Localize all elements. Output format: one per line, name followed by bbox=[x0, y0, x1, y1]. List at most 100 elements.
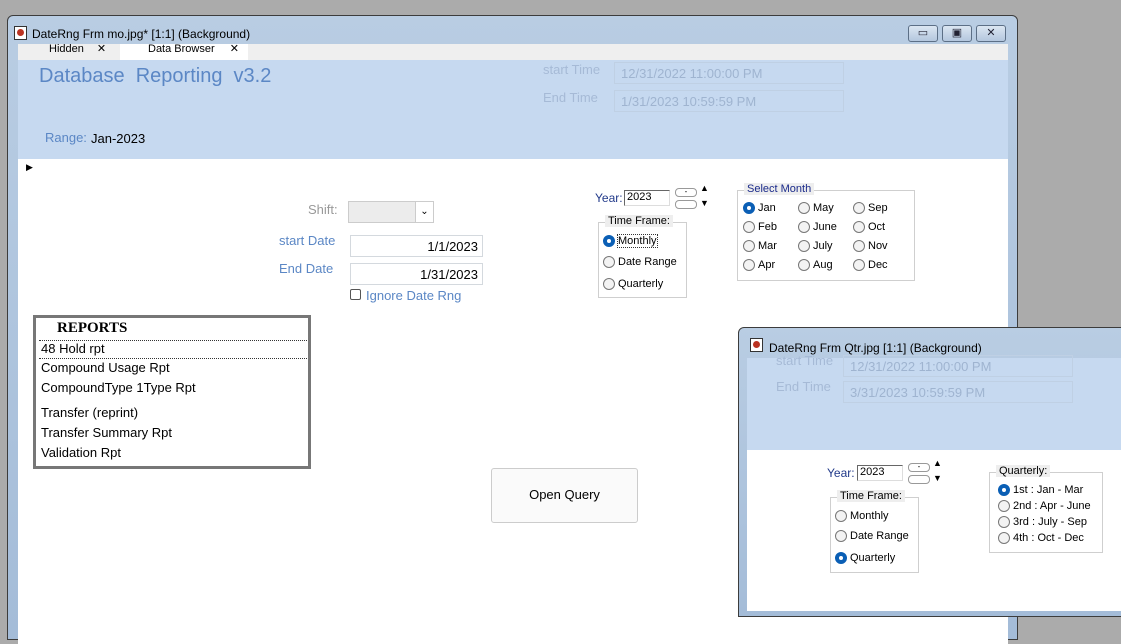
radio-icon bbox=[603, 256, 615, 269]
radio-month-sep[interactable]: Sep bbox=[853, 202, 888, 215]
window-title: DateRng Frm mo.jpg* [1:1] (Background) bbox=[32, 27, 251, 41]
year-spin-up[interactable]: - bbox=[675, 188, 697, 197]
radio-month-apr[interactable]: Apr bbox=[743, 259, 775, 272]
radio-icon bbox=[603, 235, 615, 248]
close-tab-icon[interactable]: ✕ bbox=[230, 44, 239, 55]
radio-icon bbox=[998, 484, 1010, 497]
year-spin-down[interactable] bbox=[908, 475, 930, 484]
start-time-label: start Time bbox=[776, 353, 834, 365]
time-frame-group: Time Frame: Monthly Date Range Quarterly bbox=[830, 490, 919, 573]
time-frame-group: Time Frame: Monthly Date Range Quarterly bbox=[598, 215, 687, 298]
radio-q4[interactable]: 4th : Oct - Dec bbox=[998, 532, 1084, 545]
arrow-up-icon[interactable]: ▲ bbox=[933, 458, 942, 468]
start-time-field[interactable]: 12/31/2022 11:00:00 PM bbox=[614, 62, 844, 84]
minimize-button[interactable]: ▭ bbox=[908, 25, 938, 42]
arrow-down-icon[interactable]: ▼ bbox=[700, 198, 709, 208]
radio-date-range[interactable]: Date Range bbox=[835, 530, 909, 543]
radio-icon bbox=[743, 240, 755, 253]
radio-icon bbox=[998, 500, 1010, 513]
year-input[interactable]: 2023 bbox=[624, 190, 670, 206]
radio-icon bbox=[743, 221, 755, 234]
record-selector-icon[interactable]: ▶ bbox=[26, 162, 33, 173]
radio-icon bbox=[853, 259, 865, 272]
report-list-item[interactable]: 48 Hold rpt bbox=[39, 340, 307, 359]
app-icon bbox=[750, 338, 763, 352]
close-tab-icon[interactable]: ✕ bbox=[97, 44, 106, 55]
reports-header: REPORTS bbox=[57, 320, 128, 336]
year-label: Year: bbox=[595, 191, 623, 205]
end-date-field[interactable]: 1/31/2023 bbox=[350, 263, 483, 285]
shift-dropdown[interactable]: ⌄ bbox=[348, 201, 434, 223]
radio-month-july[interactable]: July bbox=[798, 240, 833, 253]
report-list-item[interactable]: Validation Rpt bbox=[39, 445, 307, 460]
radio-month-oct[interactable]: Oct bbox=[853, 221, 885, 234]
radio-month-dec[interactable]: Dec bbox=[853, 259, 888, 272]
page-title: Database Reporting v3.2 bbox=[39, 65, 272, 87]
radio-quarterly[interactable]: Quarterly bbox=[835, 552, 895, 565]
radio-month-june[interactable]: June bbox=[798, 221, 837, 234]
radio-monthly[interactable]: Monthly bbox=[835, 510, 889, 523]
radio-month-feb[interactable]: Feb bbox=[743, 221, 777, 234]
radio-month-may[interactable]: May bbox=[798, 202, 834, 215]
ignore-date-label: Ignore Date Rng bbox=[366, 288, 462, 303]
shift-label: Shift: bbox=[308, 202, 338, 217]
radio-icon bbox=[798, 259, 810, 272]
report-list-item[interactable]: Transfer (reprint) bbox=[39, 405, 307, 424]
radio-icon bbox=[743, 202, 755, 215]
start-date-label: start Date bbox=[279, 233, 336, 248]
reports-list[interactable]: REPORTS 48 Hold rpt Compound Usage Rpt Com… bbox=[33, 315, 311, 469]
start-time-label: start Time bbox=[543, 62, 601, 77]
tab-hidden[interactable]: Hidden ✕ bbox=[21, 44, 118, 60]
end-date-label: End Date bbox=[279, 261, 334, 276]
end-time-label: End Time bbox=[776, 379, 831, 394]
radio-month-jan[interactable]: Jan bbox=[743, 202, 776, 215]
maximize-button[interactable]: ▣ bbox=[942, 25, 972, 42]
radio-icon bbox=[853, 221, 865, 234]
radio-q1[interactable]: 1st : Jan - Mar bbox=[998, 484, 1083, 497]
radio-icon bbox=[835, 510, 847, 523]
start-time-field[interactable]: 12/31/2022 11:00:00 PM bbox=[843, 355, 1073, 377]
report-list-item[interactable]: CompoundType 1Type Rpt bbox=[39, 380, 307, 399]
qtr-client-area: start Time 12/31/2022 11:00:00 PM End Ti… bbox=[747, 353, 1121, 611]
arrow-down-icon[interactable]: ▼ bbox=[933, 473, 942, 483]
radio-icon bbox=[603, 278, 615, 291]
range-value: Jan-2023 bbox=[91, 131, 146, 146]
radio-icon bbox=[798, 202, 810, 215]
radio-icon bbox=[798, 221, 810, 234]
radio-q2[interactable]: 2nd : Apr - June bbox=[998, 500, 1091, 513]
radio-quarterly[interactable]: Quarterly bbox=[603, 278, 663, 291]
ignore-date-checkbox[interactable] bbox=[350, 289, 361, 300]
open-query-button[interactable]: Open Query bbox=[491, 468, 638, 523]
year-input[interactable]: 2023 bbox=[857, 465, 903, 481]
report-list-item[interactable]: Compound Usage Rpt bbox=[39, 360, 307, 379]
radio-icon bbox=[853, 240, 865, 253]
year-spin-down[interactable] bbox=[675, 200, 697, 209]
end-time-label: End Time bbox=[543, 90, 598, 105]
tab-data-browser[interactable]: Data Browser ✕ bbox=[120, 44, 248, 60]
close-button[interactable]: ✕ bbox=[976, 25, 1006, 42]
end-time-field[interactable]: 3/31/2023 10:59:59 PM bbox=[843, 381, 1073, 403]
radio-icon bbox=[835, 530, 847, 543]
quarterly-group: Quarterly: 1st : Jan - Mar 2nd : Apr - J… bbox=[989, 465, 1103, 553]
radio-month-aug[interactable]: Aug bbox=[798, 259, 833, 272]
radio-icon bbox=[998, 516, 1010, 529]
radio-month-mar[interactable]: Mar bbox=[743, 240, 777, 253]
end-time-field[interactable]: 1/31/2023 10:59:59 PM bbox=[614, 90, 844, 112]
year-label: Year: bbox=[827, 466, 855, 480]
radio-icon bbox=[798, 240, 810, 253]
radio-monthly[interactable]: Monthly bbox=[603, 234, 658, 248]
time-frame-legend: Time Frame: bbox=[837, 490, 905, 502]
start-date-field[interactable]: 1/1/2023 bbox=[350, 235, 483, 257]
app-icon bbox=[14, 26, 27, 40]
select-month-legend: Select Month bbox=[744, 183, 815, 195]
select-month-group: Select Month Jan Feb Mar Apr May June July Aug S… bbox=[737, 183, 915, 281]
report-list-item[interactable]: Transfer Summary Rpt bbox=[39, 425, 307, 444]
radio-icon bbox=[835, 552, 847, 565]
radio-month-nov[interactable]: Nov bbox=[853, 240, 888, 253]
year-spin-up[interactable]: - bbox=[908, 463, 930, 472]
arrow-up-icon[interactable]: ▲ bbox=[700, 183, 709, 193]
radio-date-range[interactable]: Date Range bbox=[603, 256, 677, 269]
radio-icon bbox=[853, 202, 865, 215]
quarterly-legend: Quarterly: bbox=[996, 465, 1051, 477]
radio-q3[interactable]: 3rd : July - Sep bbox=[998, 516, 1087, 529]
